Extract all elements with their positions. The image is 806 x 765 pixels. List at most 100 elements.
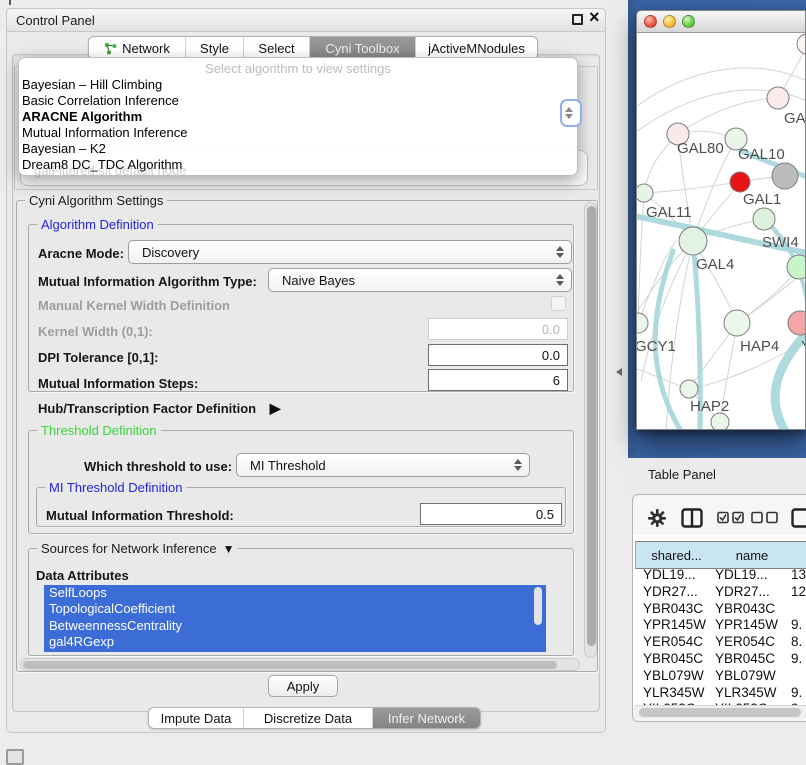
cyni-settings-title: Cyni Algorithm Settings (25, 193, 167, 208)
mi-threshold-field[interactable]: 0.5 (420, 503, 562, 525)
mi-type-combobox[interactable]: Naive Bayes (268, 268, 572, 292)
table-row[interactable]: YBL079W YBL079W (635, 668, 806, 685)
list-scrollbar-thumb[interactable] (534, 587, 542, 625)
network-node[interactable] (680, 380, 698, 398)
cell: YDR27... (715, 584, 770, 601)
select-all-checkboxes-icon[interactable] (717, 511, 745, 524)
column-header-partial[interactable] (788, 541, 806, 569)
table-row[interactable]: YPR145W YPR145W 9. (635, 617, 806, 634)
node-label: HAP4 (740, 338, 779, 355)
close-panel-icon[interactable]: × (589, 7, 600, 28)
scrollbar-thumb[interactable] (23, 661, 557, 669)
tab-style[interactable]: Style (186, 37, 244, 59)
mac-zoom-button[interactable] (682, 15, 695, 28)
table-row[interactable]: YDR27... YDR27... 12 (635, 584, 806, 601)
data-attributes-list[interactable]: SelfLoops TopologicalCoefficient Between… (44, 585, 546, 652)
network-canvas[interactable]: GAL GAL80 GAL10 GAL1 GAL11 SWI4 GAL4 GCY… (637, 33, 806, 430)
tab-cyni-toolbox[interactable]: Cyni Toolbox (310, 37, 416, 59)
network-node[interactable] (753, 208, 775, 230)
menu-item[interactable]: Bayesian – Hill Climbing (19, 77, 577, 93)
network-node[interactable] (767, 87, 789, 109)
data-attributes-label: Data Attributes (36, 568, 129, 583)
chevron-right-icon[interactable]: ▶ (270, 400, 281, 416)
ghost-combo-text: galFiltered.sif default node (34, 163, 186, 178)
table-row[interactable]: YBR045C YBR045C 9. (635, 651, 806, 668)
network-node-selected[interactable] (730, 172, 750, 192)
combo-spinner-focused[interactable] (560, 99, 582, 127)
scrollbar-thumb[interactable] (639, 708, 801, 717)
node-label: GAL80 (677, 140, 724, 157)
hub-definition-label: Hub/Transcription Factor Definition (38, 401, 256, 416)
node-label: Y (801, 338, 806, 355)
dpi-tolerance-field[interactable]: 0.0 (428, 344, 568, 366)
table-horizontal-scrollbar[interactable] (635, 705, 806, 719)
mac-minimize-button[interactable] (663, 15, 676, 28)
panel-splitter[interactable] (606, 0, 628, 762)
network-icon (104, 42, 117, 55)
tab-label: Network (122, 41, 170, 56)
table-row[interactable]: YBR043C YBR043C (635, 601, 806, 618)
table-row[interactable]: YLR345W YLR345W 9. (635, 685, 806, 702)
network-node[interactable] (788, 311, 806, 335)
gear-icon[interactable] (647, 508, 667, 528)
manual-kernel-checkbox[interactable] (551, 296, 566, 311)
network-node[interactable] (724, 310, 750, 336)
tab-discretize-data[interactable]: Discretize Data (244, 708, 373, 728)
spinner-arrows-icon (514, 459, 522, 471)
node-label: GAL11 (646, 204, 692, 221)
spinner-arrows-icon (556, 274, 564, 286)
network-node[interactable] (711, 413, 729, 430)
cell: 13 (791, 567, 806, 584)
chevron-down-icon[interactable]: ▼ (223, 542, 235, 556)
network-node[interactable] (637, 313, 648, 333)
tab-jactivemnodules[interactable]: jActiveMNodules (416, 37, 537, 59)
list-item[interactable]: TopologicalCoefficient (44, 601, 546, 617)
deselect-all-checkboxes-icon[interactable] (751, 511, 779, 524)
which-threshold-combobox[interactable]: MI Threshold (236, 453, 530, 477)
kernel-width-field[interactable]: 0.0 (428, 318, 568, 340)
settings-horizontal-scrollbar[interactable] (20, 658, 580, 671)
mi-threshold-label: Mutual Information Threshold: (46, 508, 234, 523)
list-item[interactable]: gal4RGexp (44, 634, 546, 650)
split-columns-icon[interactable] (681, 508, 703, 528)
partial-toolbar-icon[interactable] (791, 508, 806, 528)
tab-network[interactable]: Network (89, 37, 186, 59)
cell: YPR145W (643, 617, 706, 634)
apply-button[interactable]: Apply (268, 675, 338, 697)
list-item[interactable]: SelfLoops (44, 585, 546, 601)
network-node[interactable] (772, 163, 798, 189)
column-header-name[interactable]: name (716, 541, 789, 569)
cell: 9. (791, 685, 802, 702)
cell: YBR045C (715, 651, 775, 668)
tab-infer-network[interactable]: Infer Network (373, 708, 480, 728)
column-header-shared-name[interactable]: shared... (635, 541, 718, 569)
menu-item[interactable]: Mutual Information Inference (19, 125, 577, 141)
mi-steps-field[interactable]: 6 (428, 369, 568, 391)
menu-item[interactable]: Bayesian – K2 (19, 141, 577, 157)
tab-label: Infer Network (388, 711, 465, 726)
aracne-mode-combobox[interactable]: Discovery (128, 240, 572, 264)
bottom-tabs: Impute Data Discretize Data Infer Networ… (148, 707, 481, 729)
float-panel-icon[interactable] (572, 14, 583, 25)
artifact-mark (9, 0, 11, 5)
settings-vertical-scrollbar[interactable] (584, 202, 597, 658)
list-item[interactable]: BetweennessCentrality (44, 618, 546, 634)
table-row[interactable]: YDL19... YDL19... 13 (635, 567, 806, 584)
cell: YDR27... (643, 584, 698, 601)
mac-close-button[interactable] (644, 15, 657, 28)
float-panel-corner-icon[interactable] (6, 749, 24, 765)
tab-select[interactable]: Select (244, 37, 310, 59)
menu-item[interactable]: Basic Correlation Inference (19, 93, 577, 109)
network-node[interactable] (797, 34, 806, 54)
splitter-arrow-icon[interactable] (616, 368, 622, 376)
network-node[interactable] (787, 255, 806, 279)
network-node[interactable] (637, 184, 653, 202)
menu-item-selected[interactable]: ARACNE Algorithm (19, 109, 577, 125)
scrollbar-thumb[interactable] (587, 206, 596, 646)
control-panel-titlebar (6, 8, 606, 32)
tab-impute-data[interactable]: Impute Data (149, 708, 244, 728)
table-row[interactable]: YER054C YER054C 8. (635, 634, 806, 651)
table-header-row: shared... name (635, 541, 806, 567)
hub-definition-expander[interactable]: Hub/Transcription Factor Definition ▶ (38, 400, 281, 417)
network-node[interactable] (679, 227, 707, 255)
